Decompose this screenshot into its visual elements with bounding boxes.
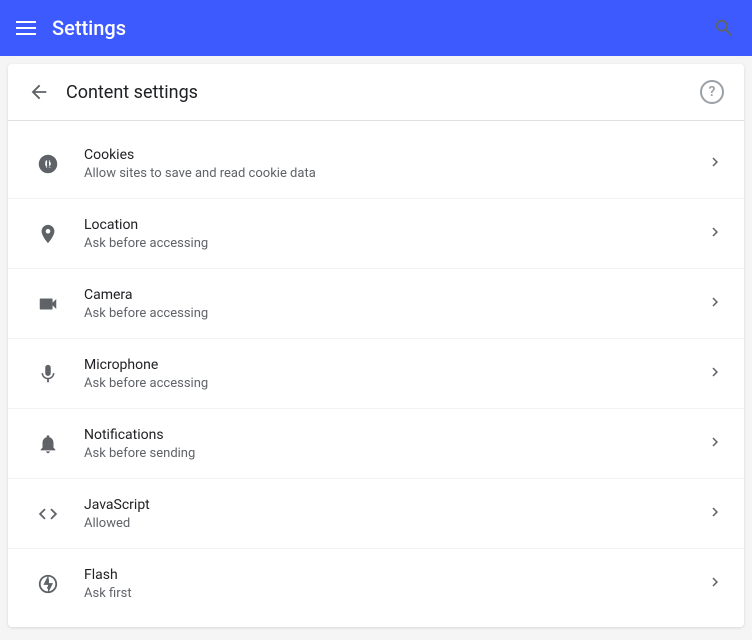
search-button[interactable] (712, 16, 736, 40)
cookies-title: Cookies (84, 147, 706, 163)
location-subtitle: Ask before accessing (84, 236, 706, 251)
location-text: Location Ask before accessing (84, 217, 706, 251)
camera-icon (28, 293, 68, 315)
app-header: Settings (0, 0, 752, 56)
settings-item-notifications[interactable]: Notifications Ask before sending (8, 409, 744, 479)
microphone-chevron (706, 363, 724, 385)
menu-icon[interactable] (16, 21, 36, 35)
settings-item-camera[interactable]: Camera Ask before accessing (8, 269, 744, 339)
notifications-subtitle: Ask before sending (84, 446, 706, 461)
camera-text: Camera Ask before accessing (84, 287, 706, 321)
flash-icon (28, 573, 68, 595)
settings-list: Cookies Allow sites to save and read coo… (8, 121, 744, 627)
settings-item-flash[interactable]: Flash Ask first (8, 549, 744, 619)
javascript-subtitle: Allowed (84, 516, 706, 531)
camera-subtitle: Ask before accessing (84, 306, 706, 321)
page-title: Content settings (66, 82, 198, 103)
flash-subtitle: Ask first (84, 586, 706, 601)
cookies-icon (28, 153, 68, 175)
notifications-title: Notifications (84, 427, 706, 443)
flash-text: Flash Ask first (84, 567, 706, 601)
cookies-chevron (706, 153, 724, 175)
location-icon (28, 223, 68, 245)
camera-chevron (706, 293, 724, 315)
settings-item-javascript[interactable]: JavaScript Allowed (8, 479, 744, 549)
microphone-subtitle: Ask before accessing (84, 376, 706, 391)
javascript-chevron (706, 503, 724, 525)
settings-item-microphone[interactable]: Microphone Ask before accessing (8, 339, 744, 409)
notifications-text: Notifications Ask before sending (84, 427, 706, 461)
settings-item-location[interactable]: Location Ask before accessing (8, 199, 744, 269)
javascript-title: JavaScript (84, 497, 706, 513)
back-button[interactable] (28, 81, 50, 103)
microphone-title: Microphone (84, 357, 706, 373)
content-card: Content settings ? Cookies (8, 64, 744, 627)
javascript-text: JavaScript Allowed (84, 497, 706, 531)
microphone-icon (28, 363, 68, 385)
location-title: Location (84, 217, 706, 233)
notifications-icon (28, 433, 68, 455)
location-chevron (706, 223, 724, 245)
help-label: ? (709, 84, 716, 100)
sub-header-left: Content settings (28, 81, 198, 103)
app-title: Settings (52, 16, 126, 40)
microphone-text: Microphone Ask before accessing (84, 357, 706, 391)
sub-header: Content settings ? (8, 64, 744, 121)
cookies-subtitle: Allow sites to save and read cookie data (84, 166, 706, 181)
camera-title: Camera (84, 287, 706, 303)
javascript-icon (28, 503, 68, 525)
notifications-chevron (706, 433, 724, 455)
cookies-text: Cookies Allow sites to save and read coo… (84, 147, 706, 181)
help-button[interactable]: ? (700, 80, 724, 104)
flash-chevron (706, 573, 724, 595)
flash-title: Flash (84, 567, 706, 583)
settings-item-cookies[interactable]: Cookies Allow sites to save and read coo… (8, 129, 744, 199)
header-left: Settings (16, 16, 126, 40)
